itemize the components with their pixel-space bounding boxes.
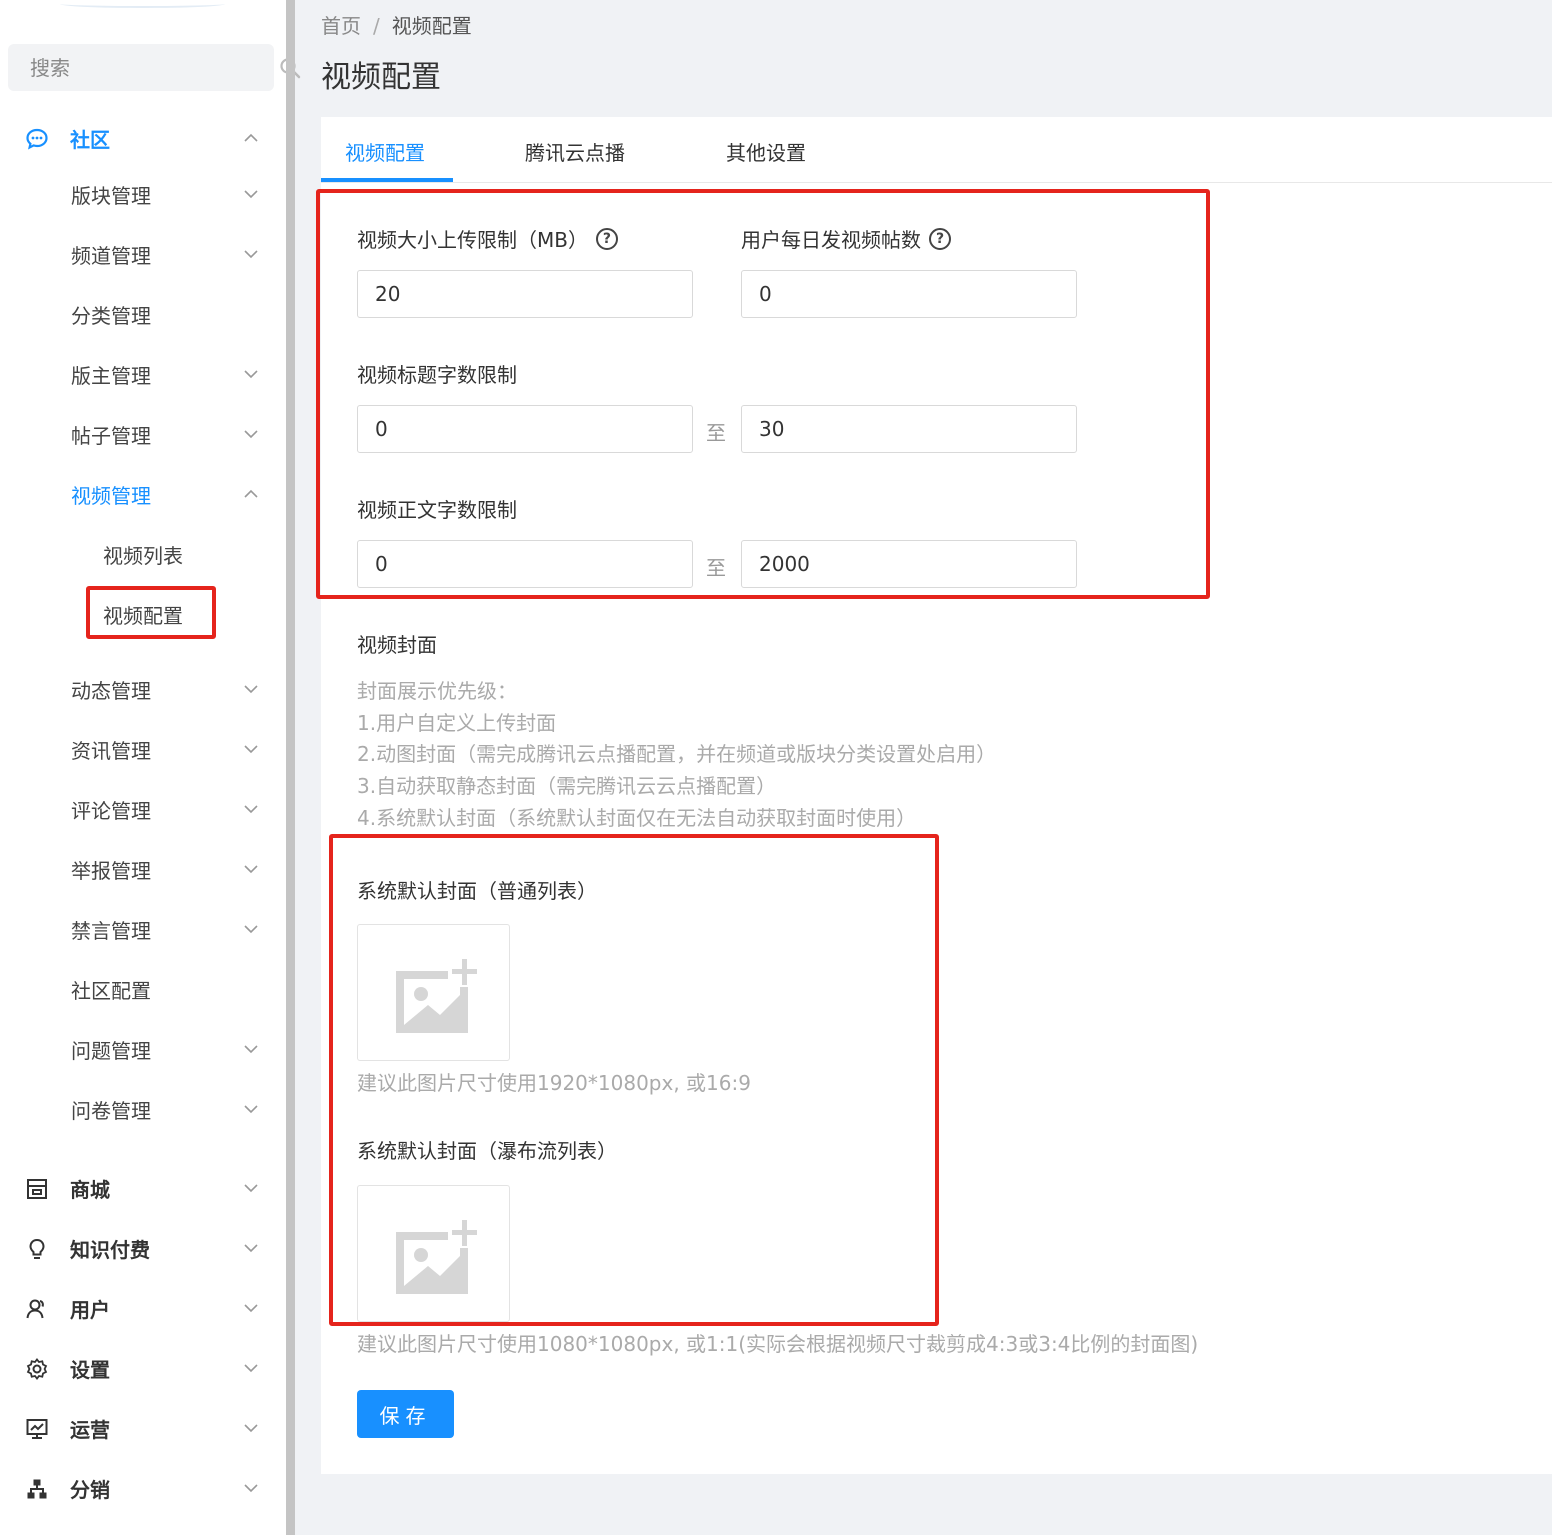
chat-icon [25, 127, 49, 151]
default-cover-waterfall-hint: 建议此图片尺寸使用1080*1080px, 或1:1(实际会根据视频尺寸裁剪成4… [357, 1332, 1199, 1356]
sidebar-item-label: 视频管理 [71, 483, 151, 508]
sidebar-group-knowledge[interactable]: 知识付费 [0, 1224, 286, 1272]
chevron-down-icon [243, 426, 259, 442]
hint-line: 4.系统默认封面（系统默认封面仅在无法自动获取封面时使用） [357, 805, 917, 830]
search-box[interactable] [8, 44, 301, 91]
highlight-box [316, 189, 1210, 599]
chevron-down-icon [243, 1480, 259, 1496]
sidebar-group-users[interactable]: 用户 [0, 1284, 286, 1332]
sidebar-item-label: 问卷管理 [71, 1098, 151, 1123]
sidebar-item-label: 举报管理 [71, 858, 151, 883]
sidebar-item-category[interactable]: 分类管理 [0, 290, 286, 338]
chevron-down-icon [243, 366, 259, 382]
sidebar-item-label: 视频列表 [103, 543, 183, 568]
cover-priority-hints: 封面展示优先级： 1.用户自定义上传封面 2.动图封面（需完成腾讯云点播配置，并… [357, 676, 996, 835]
sidebar-item-posts[interactable]: 帖子管理 [0, 410, 286, 458]
breadcrumb-separator: / [373, 14, 380, 38]
sidebar-group-operations[interactable]: 运营 [0, 1404, 286, 1452]
tab-other-settings[interactable]: 其他设置 [726, 137, 806, 166]
sidebar-item-questions[interactable]: 问题管理 [0, 1025, 286, 1073]
sidebar-group-mall[interactable]: 商城 [0, 1164, 286, 1212]
tab-bar: 视频配置 腾讯云点播 其他设置 [321, 117, 1552, 183]
chevron-down-icon [243, 246, 259, 262]
chevron-up-icon [243, 130, 259, 146]
chevron-down-icon [243, 741, 259, 757]
search-input[interactable] [30, 55, 279, 80]
chevron-down-icon [243, 1240, 259, 1256]
chevron-down-icon [243, 186, 259, 202]
chevron-down-icon [243, 861, 259, 877]
sidebar-group-label: 分销 [70, 1477, 110, 1502]
sidebar-group-label: 社区 [70, 127, 110, 152]
chevron-up-icon [243, 486, 259, 502]
gear-icon [25, 1357, 49, 1381]
sidebar-item-video-list[interactable]: 视频列表 [0, 530, 286, 578]
sidebar-item-label: 资讯管理 [71, 738, 151, 763]
hint-line: 3.自动获取静态封面（需完腾讯云云点播配置） [357, 774, 777, 799]
hint-line: 1.用户自定义上传封面 [357, 710, 557, 735]
sidebar-group-label: 商城 [70, 1177, 110, 1202]
sidebar-group-label: 知识付费 [70, 1237, 150, 1262]
logo-decoration [60, 0, 225, 8]
sidebar-scrollbar[interactable] [286, 0, 295, 1535]
tab-tencent-vod[interactable]: 腾讯云点播 [525, 137, 625, 166]
sidebar-item-reports[interactable]: 举报管理 [0, 845, 286, 893]
sidebar-item-surveys[interactable]: 问卷管理 [0, 1085, 286, 1133]
chevron-down-icon [243, 801, 259, 817]
chevron-down-icon [243, 1420, 259, 1436]
chevron-down-icon [243, 921, 259, 937]
sidebar-item-label: 问题管理 [71, 1038, 151, 1063]
sidebar-item-label: 帖子管理 [71, 423, 151, 448]
sidebar-item-label: 频道管理 [71, 243, 151, 268]
hint-line: 2.动图封面（需完成腾讯云点播配置，并在频道或版块分类设置处启用） [357, 742, 997, 767]
sidebar-item-label: 动态管理 [71, 678, 151, 703]
sidebar-group-label: 设置 [70, 1357, 110, 1382]
tab-video-config[interactable]: 视频配置 [345, 137, 425, 166]
sidebar-group-settings[interactable]: 设置 [0, 1344, 286, 1392]
breadcrumb-home[interactable]: 首页 [321, 14, 361, 38]
page-title: 视频配置 [321, 60, 441, 95]
bulb-icon [25, 1237, 49, 1261]
save-button[interactable]: 保存 [357, 1390, 454, 1438]
sidebar-item-moments[interactable]: 动态管理 [0, 665, 286, 713]
sidebar: 社区 版块管理 频道管理 分类管理 版主管理 帖子管理 视频管理 视频列表 视频… [0, 0, 301, 1535]
sidebar-group-label: 用户 [70, 1297, 110, 1322]
highlight-box [329, 834, 939, 1326]
sidebar-item-label: 分类管理 [71, 303, 151, 328]
sidebar-group-label: 运营 [70, 1417, 110, 1442]
chevron-down-icon [243, 1041, 259, 1057]
sidebar-item-label: 社区配置 [71, 978, 151, 1003]
sidebar-item-video[interactable]: 视频管理 [0, 470, 286, 518]
sidebar-item-channel[interactable]: 频道管理 [0, 230, 286, 278]
chevron-down-icon [243, 681, 259, 697]
sidebar-item-moderator[interactable]: 版主管理 [0, 350, 286, 398]
hint-line: 封面展示优先级： [357, 679, 517, 703]
cover-label: 视频封面 [357, 633, 437, 657]
sidebar-item-label: 评论管理 [71, 798, 151, 823]
chevron-down-icon [243, 1300, 259, 1316]
store-icon [25, 1177, 49, 1201]
sidebar-item-label: 版块管理 [71, 183, 151, 208]
breadcrumb-current: 视频配置 [391, 14, 472, 38]
sidebar-item-label: 禁言管理 [71, 918, 151, 943]
sidebar-item-comments[interactable]: 评论管理 [0, 785, 286, 833]
chevron-down-icon [243, 1101, 259, 1117]
chevron-down-icon [243, 1180, 259, 1196]
breadcrumb: 首页 / 视频配置 [321, 10, 472, 39]
tab-active-indicator [321, 178, 453, 182]
sidebar-group-distribution[interactable]: 分销 [0, 1464, 286, 1512]
highlight-box [86, 586, 216, 639]
chevron-down-icon [243, 1360, 259, 1376]
dashboard-icon [25, 1417, 49, 1441]
sidebar-item-label: 版主管理 [71, 363, 151, 388]
hierarchy-icon [25, 1477, 49, 1501]
sidebar-item-community-config[interactable]: 社区配置 [0, 965, 286, 1013]
users-icon [25, 1297, 49, 1321]
sidebar-item-mute[interactable]: 禁言管理 [0, 905, 286, 953]
sidebar-item-news[interactable]: 资讯管理 [0, 725, 286, 773]
sidebar-group-community[interactable]: 社区 [0, 114, 286, 162]
sidebar-item-board[interactable]: 版块管理 [0, 170, 286, 218]
